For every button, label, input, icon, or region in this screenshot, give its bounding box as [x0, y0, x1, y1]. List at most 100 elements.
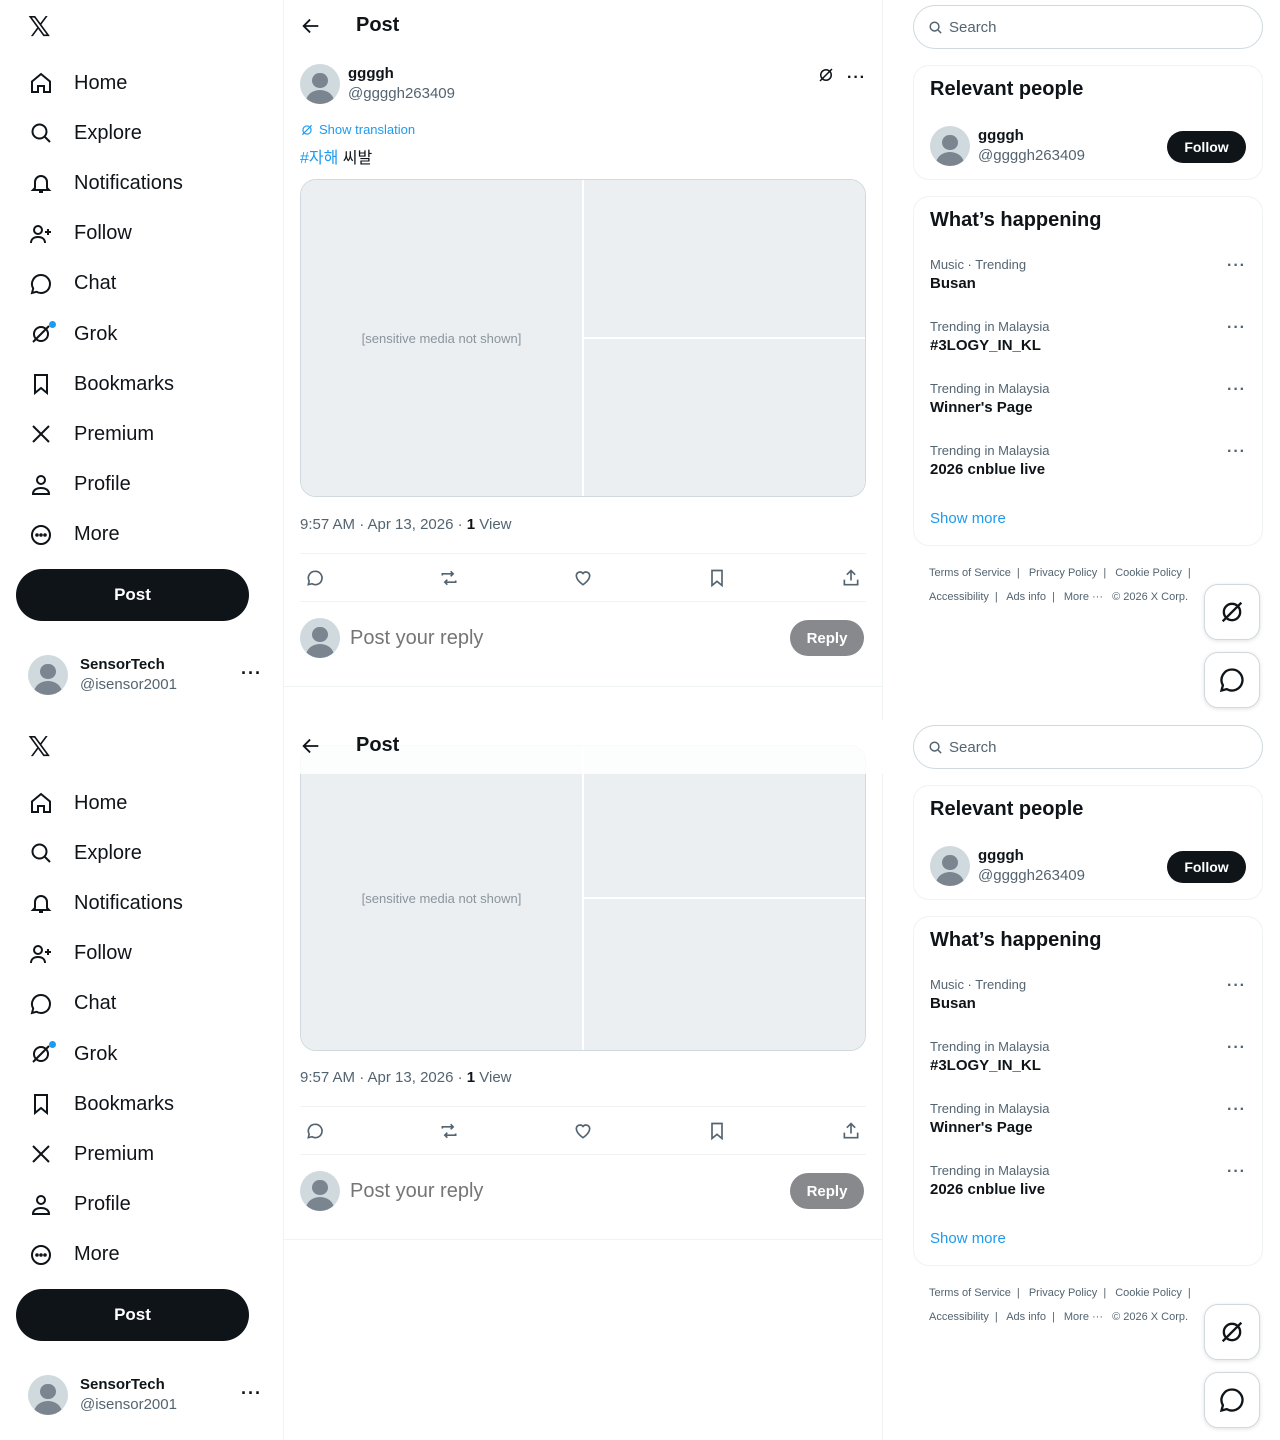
media-image[interactable]: [sensitive media not shown]	[301, 746, 582, 1050]
person-name[interactable]: ggggh	[978, 846, 1085, 866]
nav-item-chat[interactable]: Chat	[16, 259, 276, 309]
back-arrow-icon[interactable]	[300, 15, 322, 37]
avatar[interactable]	[300, 64, 340, 104]
nav-item-profile[interactable]: Profile	[16, 460, 276, 510]
footer-link[interactable]: Terms of Service	[929, 1287, 1011, 1299]
trend-item[interactable]: Trending in Malaysia 2026 cnblue live ··…	[930, 1163, 1246, 1209]
post-media-grid[interactable]: [sensitive media not shown]	[300, 179, 866, 497]
post-button[interactable]: Post	[16, 569, 249, 621]
footer-link[interactable]: Privacy Policy	[1029, 1287, 1097, 1299]
account-switcher[interactable]: SensorTech @isensor2001 ···	[28, 655, 268, 695]
more-dots-icon[interactable]: ···	[1227, 319, 1246, 337]
show-more-link[interactable]: Show more	[930, 1230, 1006, 1247]
back-arrow-icon[interactable]	[300, 735, 322, 757]
reply-icon[interactable]	[304, 567, 326, 589]
nav-item-explore[interactable]: Explore	[16, 828, 276, 878]
post-author[interactable]: ggggh @ggggh263409	[300, 64, 455, 104]
nav-item-chat[interactable]: Chat	[16, 979, 276, 1029]
reply-button[interactable]: Reply	[790, 620, 864, 656]
x-logo-icon[interactable]: 𝕏	[28, 12, 56, 42]
footer-link[interactable]: Privacy Policy	[1029, 567, 1097, 579]
show-more-link[interactable]: Show more	[930, 510, 1006, 527]
nav-item-home[interactable]: Home	[16, 58, 276, 108]
trend-item[interactable]: Trending in Malaysia #3LOGY_IN_KL ···	[930, 319, 1246, 365]
repost-icon[interactable]	[438, 1120, 460, 1142]
trend-item[interactable]: Music · Trending Busan ···	[930, 257, 1246, 303]
trend-item[interactable]: Trending in Malaysia 2026 cnblue live ··…	[930, 443, 1246, 489]
grok-fab[interactable]	[1204, 1304, 1260, 1360]
grok-fab[interactable]	[1204, 584, 1260, 640]
nav-item-more[interactable]: More	[16, 1230, 276, 1280]
footer-link[interactable]: Terms of Service	[929, 567, 1011, 579]
more-dots-icon[interactable]: ···	[1227, 1163, 1246, 1181]
nav-item-explore[interactable]: Explore	[16, 108, 276, 158]
x-logo-icon[interactable]: 𝕏	[28, 732, 56, 762]
footer-link[interactable]: Ads info	[1006, 591, 1046, 603]
media-image[interactable]	[584, 899, 865, 1050]
footer-link[interactable]: More ···	[1064, 1311, 1103, 1323]
post-timestamp[interactable]: 9:57 AM · Apr 13, 2026 ·	[300, 516, 467, 533]
more-dots-icon[interactable]: ···	[847, 69, 866, 87]
trend-item[interactable]: Music · Trending Busan ···	[930, 977, 1246, 1023]
chat-fab[interactable]	[1204, 652, 1260, 708]
nav-item-grok[interactable]: Grok	[16, 309, 276, 359]
nav-item-premium[interactable]: Premium	[16, 1129, 276, 1179]
search-input[interactable]	[949, 738, 1229, 756]
search-input[interactable]	[949, 18, 1229, 36]
footer-link[interactable]: Ads info	[1006, 1311, 1046, 1323]
avatar[interactable]	[930, 126, 970, 166]
media-image[interactable]	[584, 339, 865, 496]
nav-item-notifications[interactable]: Notifications	[16, 158, 276, 208]
repost-icon[interactable]	[438, 567, 460, 589]
nav-item-grok[interactable]: Grok	[16, 1029, 276, 1079]
bookmark-icon[interactable]	[706, 567, 728, 589]
relevant-person[interactable]: ggggh @ggggh263409 Follow	[930, 846, 1246, 886]
nav-item-follow[interactable]: Follow	[16, 929, 276, 979]
media-image[interactable]: [sensitive media not shown]	[301, 180, 582, 496]
trend-item[interactable]: Trending in Malaysia #3LOGY_IN_KL ···	[930, 1039, 1246, 1085]
chat-fab[interactable]	[1204, 1372, 1260, 1428]
more-dots-icon[interactable]: ···	[1227, 381, 1246, 399]
follow-button[interactable]: Follow	[1167, 131, 1246, 163]
share-icon[interactable]	[840, 567, 862, 589]
nav-item-premium[interactable]: Premium	[16, 409, 276, 459]
more-dots-icon[interactable]: ···	[1227, 1039, 1246, 1057]
post-media-grid[interactable]: [sensitive media not shown]	[300, 745, 866, 1051]
more-dots-icon[interactable]: ···	[1227, 977, 1246, 995]
relevant-person[interactable]: ggggh @ggggh263409 Follow	[930, 126, 1246, 166]
hashtag-link[interactable]: #자해	[300, 150, 338, 167]
like-icon[interactable]	[572, 1120, 594, 1142]
more-dots-icon[interactable]: ···	[241, 1383, 262, 1404]
author-handle[interactable]: @ggggh263409	[348, 84, 455, 104]
footer-link[interactable]: Cookie Policy	[1115, 567, 1182, 579]
reply-input[interactable]	[350, 626, 770, 650]
trend-item[interactable]: Trending in Malaysia Winner's Page ···	[930, 381, 1246, 427]
account-switcher[interactable]: SensorTech @isensor2001 ···	[28, 1375, 268, 1415]
search-box[interactable]	[913, 5, 1263, 49]
footer-link[interactable]: Accessibility	[929, 1311, 989, 1323]
footer-link[interactable]: More ···	[1064, 591, 1103, 603]
author-name[interactable]: ggggh	[348, 64, 455, 84]
reply-icon[interactable]	[304, 1120, 326, 1142]
nav-item-follow[interactable]: Follow	[16, 209, 276, 259]
reply-input[interactable]	[350, 1179, 770, 1203]
person-name[interactable]: ggggh	[978, 126, 1085, 146]
nav-item-notifications[interactable]: Notifications	[16, 878, 276, 928]
avatar[interactable]	[930, 846, 970, 886]
reply-button[interactable]: Reply	[790, 1173, 864, 1209]
trend-item[interactable]: Trending in Malaysia Winner's Page ···	[930, 1101, 1246, 1147]
nav-item-home[interactable]: Home	[16, 778, 276, 828]
show-translation-link[interactable]: Show translation	[300, 122, 415, 137]
follow-button[interactable]: Follow	[1167, 851, 1246, 883]
share-icon[interactable]	[840, 1120, 862, 1142]
grok-icon[interactable]	[817, 66, 835, 89]
post-button[interactable]: Post	[16, 1289, 249, 1341]
like-icon[interactable]	[572, 567, 594, 589]
footer-link[interactable]: Accessibility	[929, 591, 989, 603]
nav-item-bookmarks[interactable]: Bookmarks	[16, 359, 276, 409]
nav-item-more[interactable]: More	[16, 510, 276, 560]
nav-item-bookmarks[interactable]: Bookmarks	[16, 1079, 276, 1129]
more-dots-icon[interactable]: ···	[1227, 257, 1246, 275]
footer-link[interactable]: Cookie Policy	[1115, 1287, 1182, 1299]
search-box[interactable]	[913, 725, 1263, 769]
